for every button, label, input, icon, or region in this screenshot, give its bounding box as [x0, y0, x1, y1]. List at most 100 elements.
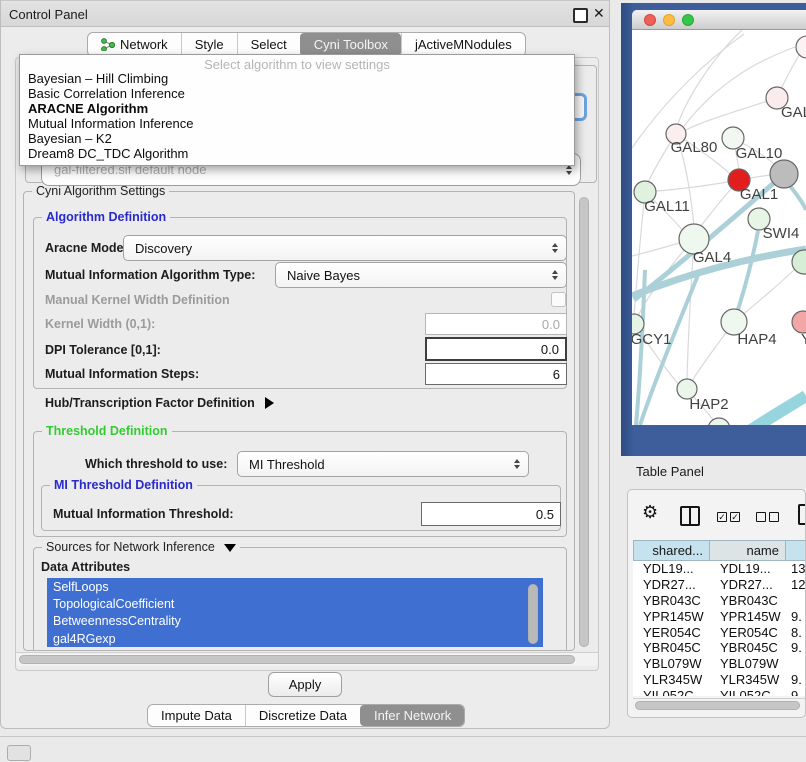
combo-arrows-icon	[514, 459, 520, 469]
sources-toggle[interactable]: Sources for Network Inference	[42, 540, 240, 554]
tab-label: Discretize Data	[259, 708, 347, 723]
data-attribute-option-gal4rgexp[interactable]: gal4RGexp	[47, 630, 543, 647]
select-all-checkboxes-icon[interactable]: ✓✓	[717, 512, 740, 522]
tab-jactivemnodules[interactable]: jActiveMNodules	[401, 33, 525, 56]
algorithm-option-basic-correlation-inference[interactable]: Basic Correlation Inference	[20, 87, 574, 102]
partial-icon[interactable]	[798, 504, 806, 525]
minimize-traffic-light-icon[interactable]	[663, 14, 675, 26]
aracne-mode-value: Discovery	[135, 241, 192, 256]
table-cell	[786, 656, 806, 672]
mi-threshold-label: Mutual Information Threshold:	[53, 502, 234, 526]
network-view-frame[interactable]: GALGAL80GAL10GAL1GAL11SWI4GAL4GCY1HAP4YH…	[621, 3, 806, 456]
network-node[interactable]	[708, 418, 730, 425]
gear-icon[interactable]: ⚙	[642, 502, 658, 523]
aracne-mode-combo[interactable]: Discovery	[123, 235, 567, 261]
attribute-list-scrollbar[interactable]	[528, 584, 538, 644]
data-attribute-option-betweennesscentrality[interactable]: BetweennessCentrality	[47, 613, 543, 630]
column-header-shared[interactable]: shared...	[633, 540, 710, 561]
table-horizontal-scrollbar[interactable]	[635, 701, 800, 710]
data-attribute-option-selfloops[interactable]: SelfLoops	[47, 578, 543, 595]
column-layout-icon[interactable]	[680, 506, 700, 526]
which-threshold-value: MI Threshold	[249, 457, 325, 472]
table-row[interactable]: YBR043CYBR043C	[633, 593, 806, 609]
table-row[interactable]: YDL19...YDL19...13	[633, 561, 806, 577]
algorithm-option-aracne-algorithm[interactable]: ARACNE Algorithm	[20, 102, 574, 117]
manual-kernel-width-label: Manual Kernel Width Definition	[45, 292, 230, 308]
which-threshold-combo[interactable]: MI Threshold	[237, 451, 529, 477]
close-icon[interactable]: ✕	[593, 5, 605, 22]
mi-threshold-field[interactable]: 0.5	[421, 502, 561, 526]
threshold-definition-title: Threshold Definition	[42, 424, 172, 438]
horizontal-scrollbar-track	[16, 652, 598, 666]
bottom-tab-bar: Impute Data Discretize Data Infer Network	[147, 704, 465, 727]
table-row[interactable]: YER054CYER054C8.	[633, 624, 806, 640]
table-cell: YBR043C	[633, 593, 710, 609]
tab-infer-network[interactable]: Infer Network	[360, 705, 464, 726]
manual-kernel-width-checkbox[interactable]	[551, 292, 566, 307]
horizontal-scrollbar[interactable]	[19, 655, 575, 664]
algorithm-definition-title: Algorithm Definition	[42, 210, 170, 224]
network-graph[interactable]: GALGAL80GAL10GAL1GAL11SWI4GAL4GCY1HAP4YH…	[632, 30, 806, 425]
tab-impute-data[interactable]: Impute Data	[148, 705, 245, 726]
algorithm-option-bayesian-hill-climbing[interactable]: Bayesian – Hill Climbing	[20, 72, 574, 87]
control-panel-title: Control Panel	[9, 7, 88, 22]
network-node-label: GAL	[781, 104, 806, 121]
table-cell: 9.	[786, 608, 806, 624]
network-node[interactable]	[796, 36, 806, 58]
column-header-name[interactable]: name	[710, 540, 786, 561]
data-attribute-option-topologicalcoefficient[interactable]: TopologicalCoefficient	[47, 595, 543, 612]
tab-label: Select	[251, 37, 287, 52]
table-row[interactable]: YLR345WYLR345W9.	[633, 672, 806, 688]
network-node-label: Y	[801, 331, 806, 348]
table-cell: YER054C	[710, 624, 786, 640]
network-node-label: SWI4	[763, 225, 800, 242]
tab-network[interactable]: Network	[88, 33, 181, 56]
which-threshold-label: Which threshold to use:	[85, 451, 227, 477]
table-row[interactable]: YPR145WYPR145W9.	[633, 608, 806, 624]
kernel-width-field[interactable]: 0.0	[425, 313, 567, 335]
table-cell: YDL19...	[633, 561, 710, 577]
algorithm-option-bayesian-k2[interactable]: Bayesian – K2	[20, 132, 574, 147]
algorithm-option-dream8-dc-tdc-algorithm[interactable]: Dream8 DC_TDC Algorithm	[20, 147, 574, 162]
zoom-traffic-light-icon[interactable]	[682, 14, 694, 26]
table-row[interactable]: YBR045CYBR045C9.	[633, 640, 806, 656]
mi-steps-label: Mutual Information Steps:	[45, 363, 199, 385]
tab-label: Network	[120, 37, 168, 52]
float-window-icon[interactable]	[573, 8, 588, 23]
mi-steps-field[interactable]: 6	[425, 363, 567, 385]
mi-algorithm-type-combo[interactable]: Naive Bayes	[275, 262, 567, 288]
network-edge	[790, 186, 806, 210]
network-node[interactable]	[770, 160, 798, 188]
dpi-tolerance-field[interactable]: 0.0	[425, 337, 567, 361]
hub-definition-toggle[interactable]: Hub/Transcription Factor Definition	[45, 395, 274, 411]
table-cell: 8.	[786, 624, 806, 640]
tab-style[interactable]: Style	[181, 33, 237, 56]
algorithm-option-mutual-information-inference[interactable]: Mutual Information Inference	[20, 117, 574, 132]
apply-button[interactable]: Apply	[268, 672, 342, 697]
tab-cyni-toolbox[interactable]: Cyni Toolbox	[300, 33, 401, 56]
tab-discretize-data[interactable]: Discretize Data	[245, 705, 360, 726]
close-traffic-light-icon[interactable]	[644, 14, 656, 26]
tab-label: Infer Network	[374, 708, 451, 723]
network-edge	[686, 98, 777, 130]
network-edge	[748, 396, 806, 425]
column-header-clipped[interactable]	[786, 540, 806, 561]
table-row[interactable]: YIL052CYIL052C9	[633, 687, 806, 696]
bottom-left-button[interactable]	[7, 745, 31, 761]
network-node-y[interactable]	[792, 311, 806, 333]
tab-select[interactable]: Select	[237, 33, 300, 56]
control-panel-titlebar[interactable]: Control Panel ✕	[1, 1, 609, 27]
clear-checkboxes-icon[interactable]	[756, 512, 779, 522]
table-cell: YBR045C	[710, 640, 786, 656]
cyni-settings-group-title: Cyni Algorithm Settings	[32, 184, 169, 198]
network-window-titlebar[interactable]	[632, 10, 806, 30]
dpi-tolerance-label: DPI Tolerance [0,1]:	[45, 338, 161, 362]
vertical-scrollbar[interactable]	[579, 197, 589, 647]
table-cell: YIL052C	[710, 687, 786, 696]
network-window: GALGAL80GAL10GAL1GAL11SWI4GAL4GCY1HAP4YH…	[632, 10, 806, 425]
algorithm-dropdown-popup: Select algorithm to view settings Bayesi…	[19, 54, 575, 166]
table-row[interactable]: YBL079WYBL079W	[633, 656, 806, 672]
table-row[interactable]: YDR27...YDR27...12	[633, 577, 806, 593]
mi-threshold-definition-title: MI Threshold Definition	[50, 478, 197, 492]
table-cell: YDR27...	[633, 577, 710, 593]
